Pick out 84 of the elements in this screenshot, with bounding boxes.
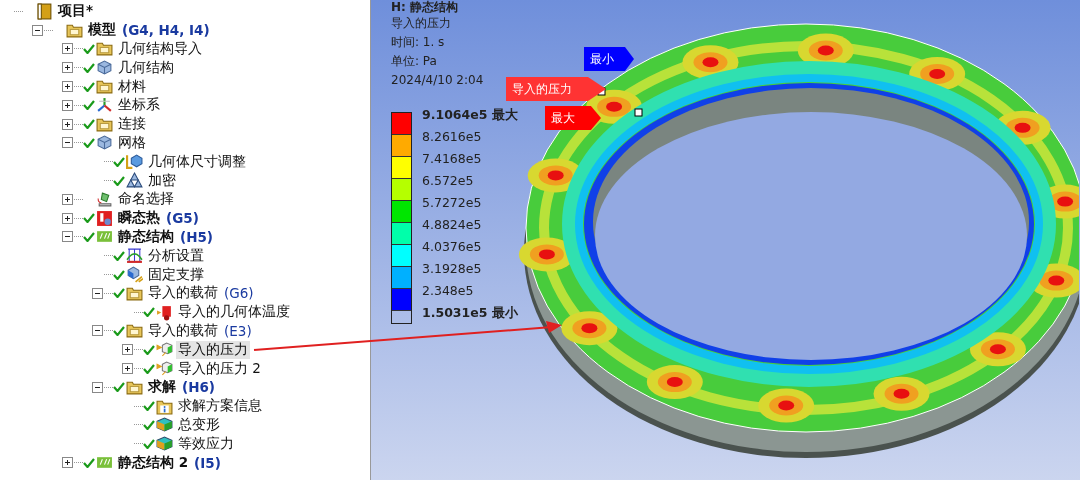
item-tag: (H5) bbox=[180, 228, 214, 245]
tree-item[interactable]: 加密 bbox=[146, 171, 178, 190]
cube-icon bbox=[96, 134, 113, 152]
axes-icon bbox=[96, 96, 113, 114]
legend-label: 8.2616e5 bbox=[422, 128, 483, 146]
legend-label: 2.348e5 bbox=[422, 282, 475, 300]
expand-icon[interactable] bbox=[62, 212, 73, 224]
item-tag: (G4, H4, I4) bbox=[122, 22, 210, 39]
tree-item[interactable]: 几何结构导入 bbox=[116, 40, 204, 58]
colored-cube-icon bbox=[156, 416, 173, 434]
cube-icon bbox=[126, 153, 143, 171]
cube-icon bbox=[96, 59, 113, 77]
tree-item[interactable]: 导入的压力 2 bbox=[176, 359, 263, 378]
tree-item[interactable]: 材料 bbox=[116, 77, 148, 96]
tree-item[interactable]: 坐标系 bbox=[116, 96, 162, 115]
tag-icon bbox=[96, 190, 113, 208]
expand-icon[interactable] bbox=[122, 344, 133, 356]
legend-label: 7.4168e5 bbox=[422, 150, 483, 168]
tree-item[interactable]: 分析设置 bbox=[146, 246, 206, 265]
item-tag: (G5) bbox=[166, 210, 199, 227]
triangle-icon bbox=[126, 172, 143, 190]
pressure-cube-icon bbox=[156, 341, 173, 359]
legend-label: 5.7272e5 bbox=[422, 194, 483, 212]
probe-label: 最大 bbox=[545, 106, 601, 130]
result-title: H: 静态结构 bbox=[391, 0, 459, 14]
item-tag: (E3) bbox=[224, 322, 252, 339]
result-info-text: 2024/4/10 2:04 bbox=[391, 72, 484, 89]
expand-icon[interactable] bbox=[62, 457, 73, 468]
expand-icon[interactable] bbox=[62, 81, 73, 93]
item-tag: (H6) bbox=[182, 379, 216, 396]
tree-item[interactable]: 几何体尺寸调整 bbox=[146, 152, 248, 171]
tree-item[interactable]: 瞬态热 bbox=[116, 209, 162, 228]
colored-cube-icon bbox=[156, 435, 173, 453]
tree-item[interactable]: 导入的载荷 bbox=[146, 321, 220, 340]
expand-icon[interactable] bbox=[62, 99, 73, 111]
tree-item[interactable]: 连接 bbox=[116, 115, 148, 134]
tree-item[interactable]: 导入的载荷 bbox=[146, 284, 220, 303]
collapse-icon[interactable] bbox=[62, 231, 73, 243]
tree-item[interactable]: 几何结构 bbox=[116, 58, 176, 77]
collapse-icon[interactable] bbox=[92, 381, 103, 393]
support-icon bbox=[126, 266, 143, 284]
legend-label: 1.5031e5 最小 bbox=[422, 304, 518, 322]
folder-icon bbox=[96, 78, 113, 96]
tree-item[interactable]: 等效应力 bbox=[176, 434, 236, 453]
pressure-cube-icon bbox=[156, 360, 173, 378]
expand-icon[interactable] bbox=[62, 43, 73, 55]
tree-item[interactable]: 静态结构 bbox=[116, 227, 176, 246]
probe-label: 最小 bbox=[584, 47, 634, 71]
item-tag: (I5) bbox=[194, 454, 221, 471]
expand-icon[interactable] bbox=[62, 62, 73, 74]
tree-item[interactable]: 求解方案信息 bbox=[176, 397, 264, 416]
collapse-icon[interactable] bbox=[32, 24, 43, 36]
probe-label: 导入的压力 bbox=[506, 77, 606, 101]
tree-item[interactable]: 网格 bbox=[116, 133, 148, 152]
collapse-icon[interactable] bbox=[62, 137, 73, 149]
expand-icon[interactable] bbox=[62, 118, 73, 130]
beam-icon bbox=[96, 454, 113, 471]
expand-icon[interactable] bbox=[122, 363, 133, 375]
frame-icon bbox=[126, 247, 143, 265]
tree-item[interactable]: 固定支撑 bbox=[146, 265, 206, 284]
expand-icon[interactable] bbox=[62, 193, 73, 205]
legend-label: 6.572e5 bbox=[422, 172, 475, 190]
thermometer-icon bbox=[96, 209, 113, 227]
tree-item[interactable]: 命名选择 bbox=[116, 190, 176, 209]
collapse-icon[interactable] bbox=[92, 325, 103, 337]
tree-item[interactable]: 总变形 bbox=[176, 415, 222, 434]
folder-icon bbox=[96, 40, 113, 58]
tree-item[interactable]: 模型 bbox=[86, 21, 118, 40]
result-info-text: 导入的压力 bbox=[391, 15, 451, 32]
tree-item[interactable]: 求解 bbox=[146, 378, 178, 397]
item-tag: (G6) bbox=[224, 285, 254, 302]
tree-item[interactable]: 导入的几何体温度 bbox=[176, 303, 292, 322]
tree-item[interactable]: 静态结构 2 bbox=[116, 453, 191, 472]
legend-label: 4.8824e5 bbox=[422, 216, 483, 234]
collapse-icon[interactable] bbox=[92, 287, 103, 299]
result-info-text: 时间: 1. s bbox=[391, 34, 445, 51]
legend-label: 4.0376e5 bbox=[422, 238, 483, 256]
folder-icon bbox=[126, 322, 143, 340]
tree-item[interactable]: 导入的压力 bbox=[176, 340, 250, 359]
legend-label: 9.1064e5 最大 bbox=[422, 106, 518, 124]
thermometer-icon bbox=[156, 303, 173, 321]
tree-item[interactable]: 项目* bbox=[56, 2, 96, 21]
legend-label: 3.1928e5 bbox=[422, 260, 483, 278]
result-info-text: 单位: Pa bbox=[391, 53, 437, 70]
